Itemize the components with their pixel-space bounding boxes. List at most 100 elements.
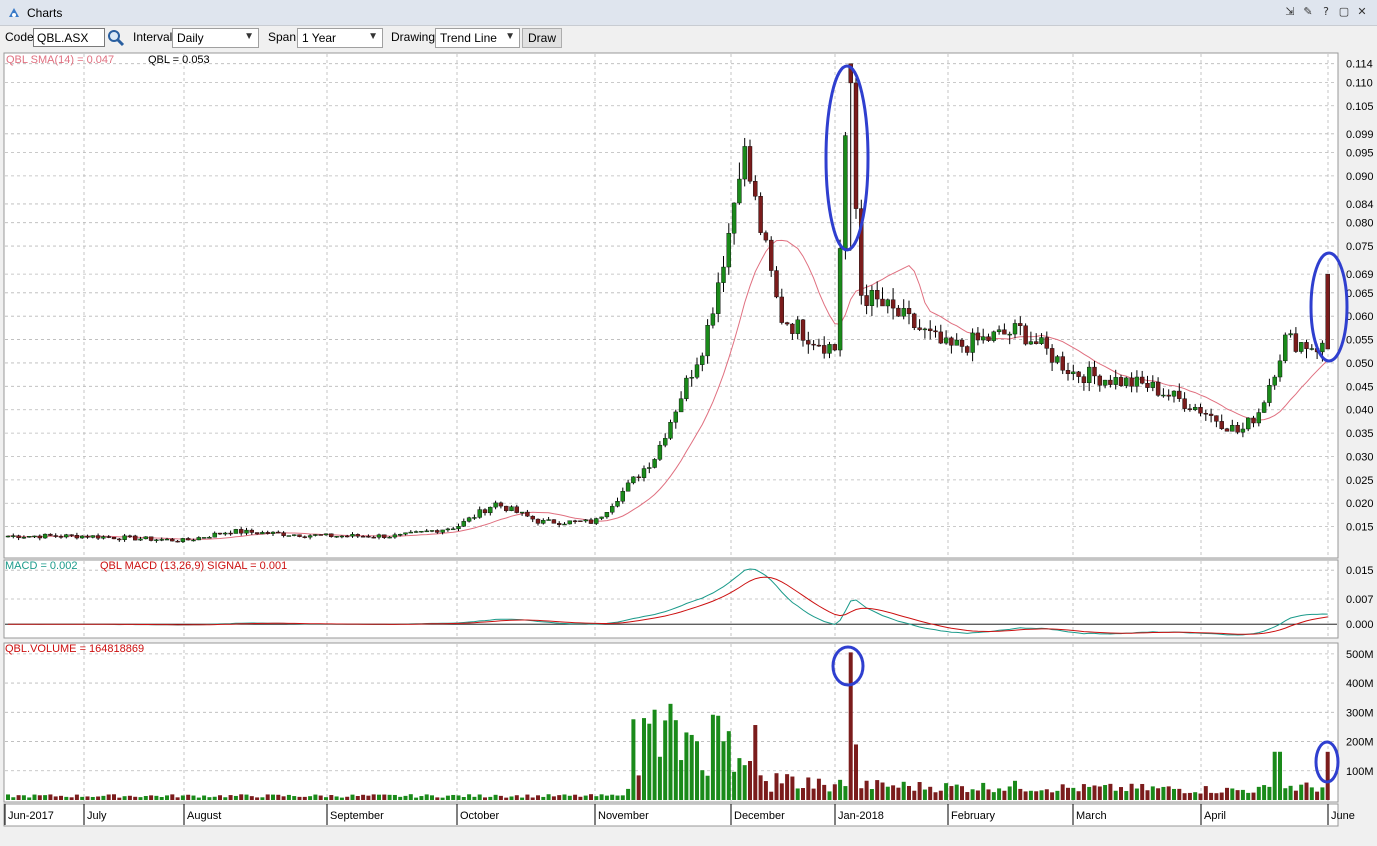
volume-bar <box>822 784 827 800</box>
volume-tick-label: 100M <box>1346 766 1374 778</box>
candle-body <box>1309 348 1315 350</box>
x-axis-label: December <box>734 810 785 822</box>
volume-bar <box>514 795 519 800</box>
candle-body <box>413 531 419 533</box>
candle-body <box>228 532 233 535</box>
volume-bar <box>451 794 456 800</box>
volume-bar <box>875 780 880 800</box>
candle-body <box>148 536 154 541</box>
volume-bar <box>276 794 281 800</box>
volume-bar <box>1145 790 1150 800</box>
volume-bar <box>403 795 408 800</box>
volume-bar <box>456 795 461 800</box>
volume-bar <box>981 782 986 800</box>
candle-body <box>339 535 345 538</box>
price-panel[interactable] <box>3 52 1339 559</box>
volume-bar <box>1124 791 1129 800</box>
candle-body <box>1261 402 1267 413</box>
candle-body <box>164 538 170 541</box>
volume-bar <box>430 795 434 800</box>
volume-bar <box>382 794 387 800</box>
volume-bar <box>944 783 949 800</box>
candle-body <box>1171 390 1177 397</box>
volume-bar <box>218 795 222 800</box>
help-icon[interactable]: ? <box>1319 5 1333 19</box>
volume-bar <box>1182 793 1187 800</box>
volume-bar <box>541 796 546 800</box>
volume-bar <box>869 789 874 800</box>
volume-bar <box>32 794 37 800</box>
candle-body <box>48 533 53 536</box>
candle-body <box>991 331 996 341</box>
draw-button[interactable]: Draw <box>522 28 563 48</box>
volume-bar <box>790 776 795 800</box>
volume-bar <box>949 786 954 800</box>
candle-body <box>403 532 408 535</box>
chart-area[interactable]: 0.114 0.110 0.105 0.099 0.095 0.090 0.084 0.080… <box>0 50 1377 846</box>
volume-bar <box>1320 787 1325 800</box>
candle-body <box>620 491 625 502</box>
price-tick-label: 0.084 <box>1346 199 1374 211</box>
volume-bar <box>1198 793 1203 800</box>
minimize-icon[interactable]: ⇲ <box>1283 5 1297 19</box>
volume-bar <box>1304 782 1309 800</box>
volume-bar <box>1007 786 1012 800</box>
drawing-select[interactable]: Trend Line ▼ <box>435 28 520 48</box>
volume-bar <box>117 797 122 800</box>
candle-body <box>223 532 228 535</box>
candle-body <box>318 534 323 536</box>
code-input[interactable] <box>33 28 105 47</box>
candle-body <box>551 519 557 524</box>
candle-body <box>345 535 350 538</box>
candle-body <box>132 535 138 541</box>
x-axis-label: October <box>460 810 499 822</box>
candle-body <box>398 533 403 536</box>
signal-readout: QBL MACD (13,26,9) SIGNAL = 0.001 <box>100 560 287 572</box>
volume-bar <box>1225 787 1229 800</box>
candle-body <box>185 538 191 541</box>
candle-body <box>376 534 382 538</box>
volume-bar <box>838 779 843 800</box>
candle-body <box>270 531 276 534</box>
candle-body <box>477 509 482 518</box>
candle-body <box>1283 334 1288 362</box>
volume-bar <box>1288 785 1293 800</box>
volume-bar <box>392 794 397 800</box>
volume-bar <box>668 703 673 800</box>
close-icon[interactable]: ✕ <box>1355 5 1369 19</box>
interval-select[interactable]: Daily ▼ <box>172 28 259 48</box>
volume-bar <box>498 795 503 800</box>
candle-body <box>1124 377 1129 386</box>
candle-body <box>922 328 928 331</box>
settings-icon[interactable]: ✎ <box>1301 5 1315 19</box>
volume-bar <box>175 797 180 800</box>
candle-body <box>610 506 615 513</box>
x-axis-label: April <box>1204 810 1226 822</box>
candle-body <box>1277 360 1283 378</box>
volume-bar <box>329 795 334 800</box>
search-icon[interactable] <box>106 28 126 48</box>
volume-bar <box>53 796 58 800</box>
volume-bar <box>811 788 816 800</box>
volume-bar <box>1246 792 1251 800</box>
candle-body <box>1097 375 1103 386</box>
volume-bar <box>620 795 625 800</box>
candle-body <box>5 535 11 538</box>
span-select[interactable]: 1 Year ▼ <box>297 28 383 48</box>
maximize-icon[interactable]: ▢ <box>1337 5 1351 19</box>
volume-bar <box>1203 786 1208 800</box>
candle-body <box>514 506 519 513</box>
candle-body <box>53 535 58 537</box>
volume-bar <box>960 786 964 800</box>
candle-body <box>737 178 742 204</box>
volume-bar <box>1209 792 1214 800</box>
candle-body <box>350 534 355 537</box>
candle-body <box>912 313 917 328</box>
volume-bar <box>202 795 207 800</box>
volume-bar <box>907 785 911 800</box>
x-axis-label: June <box>1331 810 1355 822</box>
volume-bar <box>122 796 127 800</box>
candle-body <box>313 534 318 536</box>
candle-body <box>864 295 869 306</box>
candle-body <box>811 343 816 346</box>
